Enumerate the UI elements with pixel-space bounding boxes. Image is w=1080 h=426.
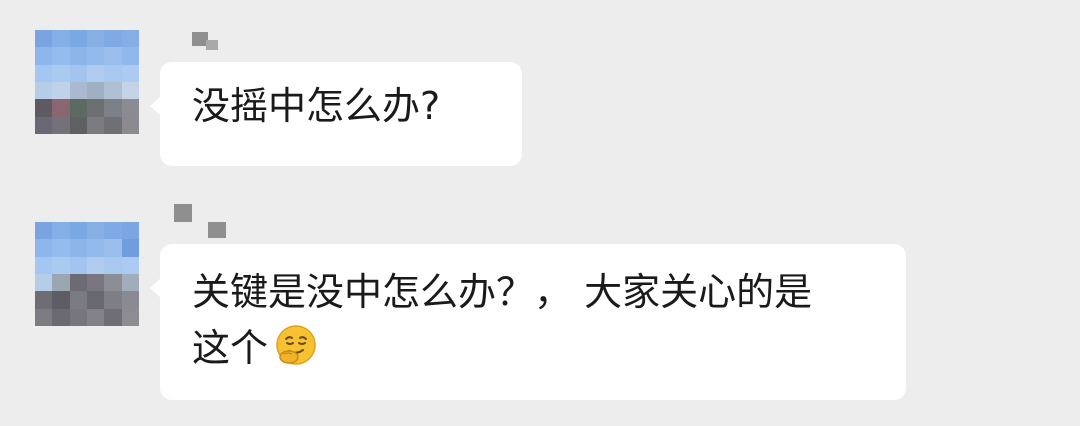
message-text: 这个 (192, 326, 269, 370)
message-text-line: 关键是没中怎么办？， 大家关心的是 (192, 270, 813, 314)
avatar[interactable] (35, 222, 139, 326)
message-text: 没摇中怎么办? (192, 84, 441, 128)
chat-view: 没摇中怎么办? 关键是没中怎么办？， 大家关心的是 这个 (0, 0, 1080, 426)
thinking-smirk-face-icon (274, 323, 318, 367)
message-bubble[interactable]: 没摇中怎么办? (150, 62, 522, 166)
message-text-line: 这个 (192, 320, 876, 376)
message-bubble[interactable]: 关键是没中怎么办？， 大家关心的是 这个 (150, 244, 906, 400)
sender-name-blurred (190, 30, 220, 52)
sender-name-blurred (172, 204, 232, 238)
avatar[interactable] (35, 30, 139, 134)
